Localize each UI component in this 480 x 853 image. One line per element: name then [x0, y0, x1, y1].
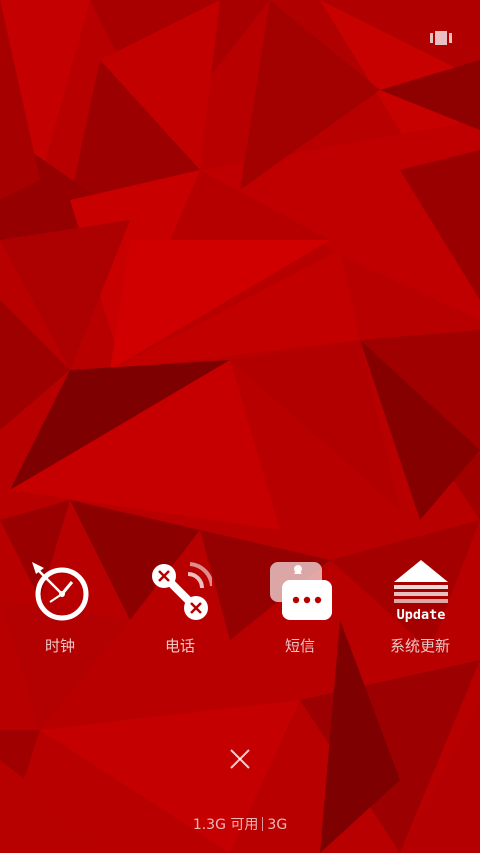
memory-info: 1.3G 可用 3G — [0, 814, 480, 834]
memory-total: 3G — [267, 817, 288, 833]
app-messages[interactable]: 短信 — [240, 555, 360, 665]
clock-icon — [32, 562, 89, 621]
app-label: 短信 — [284, 637, 315, 655]
app-label: 系统更新 — [389, 637, 450, 655]
app-phone[interactable]: 电话 — [120, 555, 240, 665]
recent-apps-icon[interactable] — [430, 30, 452, 46]
memory-separator — [262, 817, 264, 831]
wallpaper — [0, 0, 480, 853]
app-label: 时钟 — [44, 637, 75, 655]
system-update-icon: Update — [394, 560, 448, 622]
messages-icon — [270, 562, 332, 620]
app-clock[interactable]: 时钟 — [0, 555, 120, 665]
phone-icon — [152, 562, 212, 620]
memory-available: 1.3G 可用 — [192, 817, 259, 833]
update-icon-text: Update — [397, 607, 446, 622]
recent-apps-screen: 时钟 电话 短信 Update 系统更新 1.3G 可用 3G — [0, 0, 480, 853]
app-system-update[interactable]: Update 系统更新 — [360, 555, 480, 665]
app-row: 时钟 电话 短信 Update 系统更新 — [0, 555, 480, 665]
close-icon[interactable] — [226, 745, 254, 773]
app-label: 电话 — [164, 637, 195, 655]
